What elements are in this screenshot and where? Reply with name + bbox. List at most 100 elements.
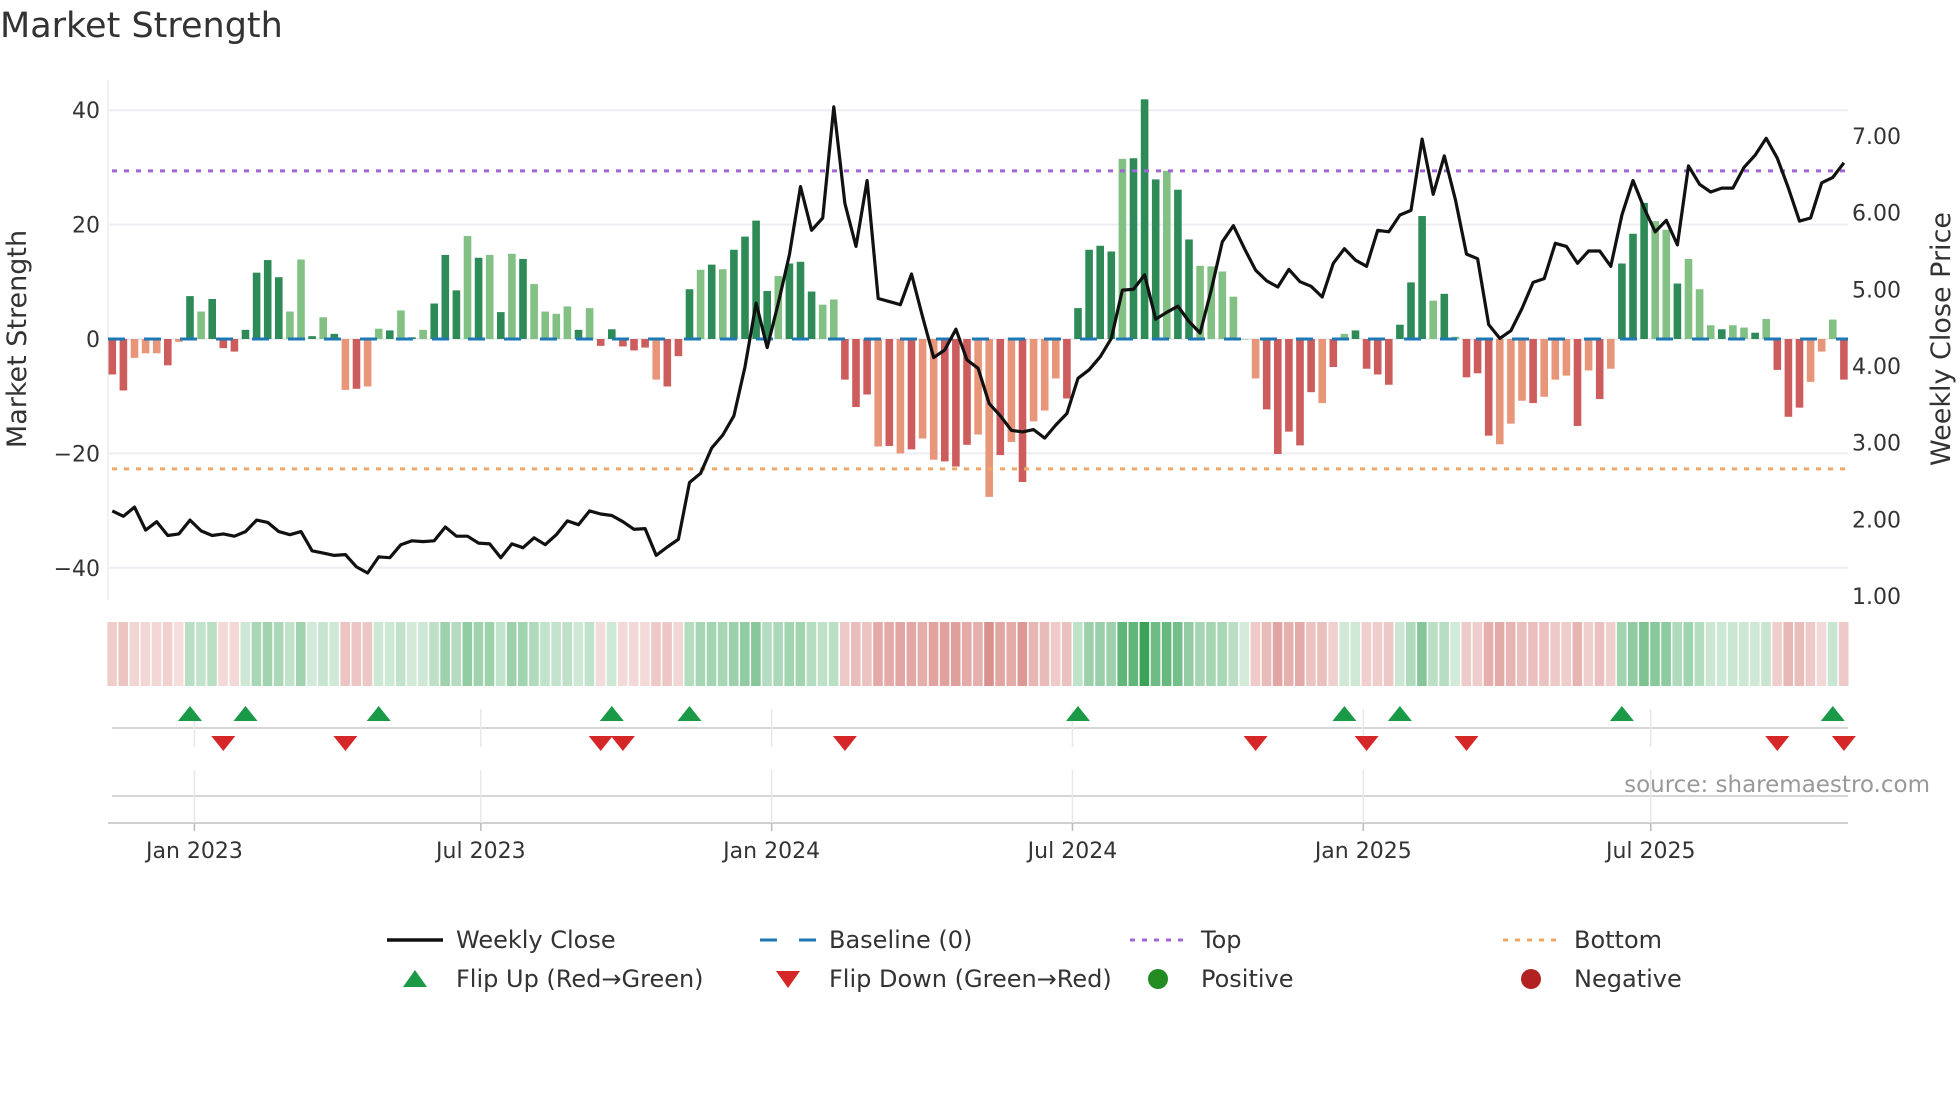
heat-strip-cell [806,622,817,686]
strength-bar [1418,216,1426,339]
strength-bar [941,339,949,462]
heat-strip-cell [1306,622,1316,686]
heat-strip-cell [185,622,195,686]
strength-bar [341,339,350,390]
heat-strip-cell [1039,622,1050,686]
heat-strip-cell [1572,622,1583,686]
strength-bar [818,304,827,339]
heat-strip-cell [1716,622,1727,686]
heat-strip-cell [984,622,994,686]
strength-bar [164,339,172,366]
strength-bar [286,311,294,339]
heat-strip-cell [906,622,917,686]
heat-strip-cell [828,622,839,686]
strength-bar [1629,233,1637,339]
strength-bar [1229,296,1238,339]
heat-strip-cell [1683,622,1694,686]
heat-strip-cell [296,622,306,686]
strength-bar [1640,202,1648,339]
legend-label: Flip Down (Green→Red) [829,965,1112,993]
y-axis-title: Market Strength [2,230,33,448]
flip-down-marker [1454,736,1479,751]
heat-strip-cell [1539,622,1549,686]
heat-strip-cell [1417,622,1427,686]
flip-up-marker [233,706,258,721]
strength-bar [907,339,916,450]
heat-strip-cell [817,622,828,686]
heat-strip-cell [1350,622,1361,686]
heat-strip-cell [651,622,661,686]
heat-strip-cell [1195,622,1205,686]
circle-icon [1148,969,1168,989]
strength-bar [1473,339,1482,374]
flip-down-marker [211,736,236,751]
strength-bar [363,339,372,387]
flip-up-marker [366,706,391,721]
heat-strip-cell [1605,622,1616,686]
flip-down-marker [588,736,613,751]
strength-bar [1806,339,1815,382]
heat-strip-cell [884,622,894,686]
heat-strip-cell [773,622,783,686]
y2-tick-label: 2.00 [1852,508,1901,533]
strength-bar [441,254,450,339]
heat-strip-cell [273,622,284,686]
heat-strip-cell [1139,622,1150,686]
heat-strip-cell [1372,622,1383,686]
heat-strip-cell [1439,622,1449,686]
heat-strip-cell [1783,622,1793,686]
heat-strip-cell [1028,622,1039,686]
legend-label: Weekly Close [456,926,616,954]
heat-strip-cell [562,622,572,686]
strength-bar [885,339,894,446]
heat-strip-cell [1483,622,1494,686]
flip-up-marker [1820,706,1845,721]
heat-strip-cell [173,622,184,686]
heat-strip-cell [251,622,262,686]
strength-bar [374,328,383,339]
heat-strip-cell [728,622,739,686]
legend-item-baseline-0: Baseline (0) [760,926,972,954]
heat-strip-cell [373,622,384,686]
strength-bar [1262,339,1271,410]
strength-bar [1329,339,1338,368]
strength-bar [1840,339,1848,380]
strength-bar [563,306,572,339]
legend-label: Positive [1201,965,1294,993]
strength-bar [1096,245,1104,339]
strength-bar [1762,318,1770,339]
flip-up-marker [599,706,624,721]
circle-icon [1521,969,1541,989]
flip-down-marker [1354,736,1379,751]
heat-strip-cell [1517,622,1527,686]
strength-bar [1440,293,1449,339]
strength-bar [1118,158,1127,339]
heat-strip-cell [640,622,650,686]
strength-bar [319,317,327,339]
heat-strip-cell [1639,622,1649,686]
heat-strip-cell [1128,622,1139,686]
heat-strip-cell [1339,622,1349,686]
heat-strip-cell [1361,622,1372,686]
heat-strip-cell [751,622,761,686]
legend-item-bottom: Bottom [1503,926,1662,954]
heat-strip-cell [928,622,939,686]
legend-item-weekly-close: Weekly Close [387,926,616,954]
strength-bar [1817,339,1826,352]
strength-bar [1618,263,1626,339]
strength-bar [1607,339,1615,369]
strength-bar [1651,221,1659,339]
heat-strip-cell [407,622,417,686]
strength-bar [1518,339,1526,401]
heat-strip-cell [1450,622,1460,686]
heat-strip-cell [384,622,395,686]
strength-bar [696,269,705,339]
strength-bar [996,339,1005,456]
strength-bar [952,339,960,467]
y2-tick-label: 1.00 [1852,585,1901,610]
heat-strip-cell [151,622,162,686]
heat-strip-cell [518,622,528,686]
triangle-up-icon [403,970,427,987]
heat-strip-cell [318,622,328,686]
heat-strip-cell [1383,622,1394,686]
